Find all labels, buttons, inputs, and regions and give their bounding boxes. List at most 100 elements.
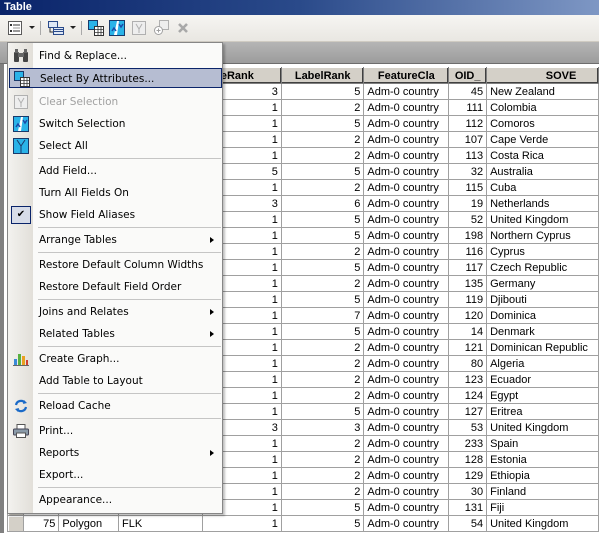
menu-item-joins-and-relates[interactable]: Joins and Relates: [9, 302, 222, 322]
table-cell[interactable]: 2: [280, 339, 365, 356]
table-cell[interactable]: 3: [280, 419, 365, 436]
table-cell[interactable]: Estonia: [486, 451, 599, 468]
clear-selection-button[interactable]: [130, 20, 148, 36]
table-cell[interactable]: 112: [448, 115, 488, 132]
menu-item-arrange-tables[interactable]: Arrange Tables: [9, 230, 222, 250]
table-cell[interactable]: Ethiopia: [486, 467, 599, 484]
table-cell[interactable]: Fiji: [486, 499, 599, 516]
table-cell[interactable]: 2: [280, 483, 365, 500]
table-cell[interactable]: 120: [448, 307, 488, 324]
table-cell[interactable]: 2: [280, 131, 365, 148]
table-cell[interactable]: 45: [448, 83, 488, 100]
table-cell[interactable]: 119: [448, 291, 488, 308]
menu-item-add-table-to-layout[interactable]: Add Table to Layout: [9, 371, 222, 391]
menu-item-reports[interactable]: Reports: [9, 443, 222, 463]
table-cell[interactable]: Egypt: [486, 387, 599, 404]
table-cell[interactable]: 19: [448, 195, 488, 212]
table-cell[interactable]: 2: [280, 387, 365, 404]
table-cell[interactable]: 5: [280, 227, 365, 244]
table-cell[interactable]: 123: [448, 371, 488, 388]
menu-item-select-all[interactable]: Select All: [9, 136, 222, 156]
table-cell[interactable]: Adm-0 country: [363, 435, 450, 452]
table-cell[interactable]: Adm-0 country: [363, 499, 450, 516]
menu-item-restore-default-column-widths[interactable]: Restore Default Column Widths: [9, 255, 222, 275]
table-cell[interactable]: Adm-0 country: [363, 355, 450, 372]
table-cell[interactable]: 54: [448, 515, 488, 532]
table-cell[interactable]: 5: [280, 163, 365, 180]
table-cell[interactable]: Adm-0 country: [363, 403, 450, 420]
menu-item-switch-selection[interactable]: Switch Selection: [9, 114, 222, 134]
table-options-dropdown-arrow[interactable]: [29, 26, 35, 29]
table-cell[interactable]: Dominica: [486, 307, 599, 324]
table-cell[interactable]: Northern Cyprus: [486, 227, 599, 244]
table-cell[interactable]: Adm-0 country: [363, 227, 450, 244]
table-cell[interactable]: 5: [280, 515, 365, 532]
table-cell[interactable]: United Kingdom: [486, 211, 599, 228]
table-row[interactable]: 75 Polygon FLK 1 5 Adm-0 country 54 United King…: [7, 515, 599, 532]
table-cell[interactable]: 124: [448, 387, 488, 404]
table-cell[interactable]: Polygon: [58, 515, 119, 532]
table-cell[interactable]: Cuba: [486, 179, 599, 196]
table-cell[interactable]: 131: [448, 499, 488, 516]
menu-item-create-graph[interactable]: Create Graph...: [9, 349, 222, 369]
table-cell[interactable]: 30: [448, 483, 488, 500]
menu-item-clear-selection[interactable]: Clear Selection: [9, 92, 222, 112]
row-selector[interactable]: [7, 515, 24, 532]
table-cell[interactable]: Adm-0 country: [363, 163, 450, 180]
table-cell[interactable]: 129: [448, 467, 488, 484]
table-cell[interactable]: Adm-0 country: [363, 339, 450, 356]
table-cell[interactable]: Adm-0 country: [363, 291, 450, 308]
menu-item-find-replace[interactable]: Find & Replace...: [9, 46, 222, 66]
menu-item-reload-cache[interactable]: Reload Cache: [9, 396, 222, 416]
table-cell[interactable]: United Kingdom: [486, 515, 599, 532]
table-cell[interactable]: 115: [448, 179, 488, 196]
table-cell[interactable]: 32: [448, 163, 488, 180]
table-cell[interactable]: 5: [280, 115, 365, 132]
related-tables-dropdown-arrow[interactable]: [70, 26, 76, 29]
table-cell[interactable]: Australia: [486, 163, 599, 180]
table-cell[interactable]: 2: [280, 355, 365, 372]
menu-item-related-tables[interactable]: Related Tables: [9, 324, 222, 344]
table-cell[interactable]: Adm-0 country: [363, 179, 450, 196]
table-cell[interactable]: Adm-0 country: [363, 307, 450, 324]
menu-item-add-field[interactable]: Add Field...: [9, 161, 222, 181]
table-cell[interactable]: 5: [280, 403, 365, 420]
menu-item-export[interactable]: Export...: [9, 465, 222, 485]
column-header[interactable]: LabelRank: [280, 67, 365, 84]
table-cell[interactable]: Ecuador: [486, 371, 599, 388]
table-cell[interactable]: Spain: [486, 435, 599, 452]
table-cell[interactable]: Adm-0 country: [363, 323, 450, 340]
table-cell[interactable]: 113: [448, 147, 488, 164]
table-cell[interactable]: Czech Republic: [486, 259, 599, 276]
table-cell[interactable]: 2: [280, 147, 365, 164]
table-cell[interactable]: 80: [448, 355, 488, 372]
menu-item-appearance[interactable]: Appearance...: [9, 490, 222, 510]
table-cell[interactable]: Adm-0 country: [363, 147, 450, 164]
table-cell[interactable]: 2: [280, 435, 365, 452]
table-cell[interactable]: 75: [22, 515, 60, 532]
menu-item-print[interactable]: Print...: [9, 421, 222, 441]
related-tables-button[interactable]: [47, 20, 65, 36]
table-cell[interactable]: Cape Verde: [486, 131, 599, 148]
menu-item-show-field-aliases[interactable]: ✔ Show Field Aliases: [9, 205, 222, 225]
table-cell[interactable]: 2: [280, 467, 365, 484]
table-cell[interactable]: 127: [448, 403, 488, 420]
table-cell[interactable]: Algeria: [486, 355, 599, 372]
delete-selected-button[interactable]: [174, 20, 192, 36]
table-cell[interactable]: Denmark: [486, 323, 599, 340]
table-cell[interactable]: FLK: [118, 515, 203, 532]
table-cell[interactable]: Adm-0 country: [363, 259, 450, 276]
table-cell[interactable]: 5: [280, 291, 365, 308]
table-cell[interactable]: 117: [448, 259, 488, 276]
table-cell[interactable]: 2: [280, 179, 365, 196]
menu-item-select-by-attributes[interactable]: Select By Attributes...: [9, 68, 222, 88]
table-cell[interactable]: Adm-0 country: [363, 99, 450, 116]
table-cell[interactable]: 5: [280, 259, 365, 276]
table-cell[interactable]: 5: [280, 323, 365, 340]
table-cell[interactable]: Costa Rica: [486, 147, 599, 164]
table-cell[interactable]: 2: [280, 451, 365, 468]
table-cell[interactable]: New Zealand: [486, 83, 599, 100]
table-cell[interactable]: Netherlands: [486, 195, 599, 212]
table-cell[interactable]: Adm-0 country: [363, 83, 450, 100]
table-cell[interactable]: 5: [280, 211, 365, 228]
